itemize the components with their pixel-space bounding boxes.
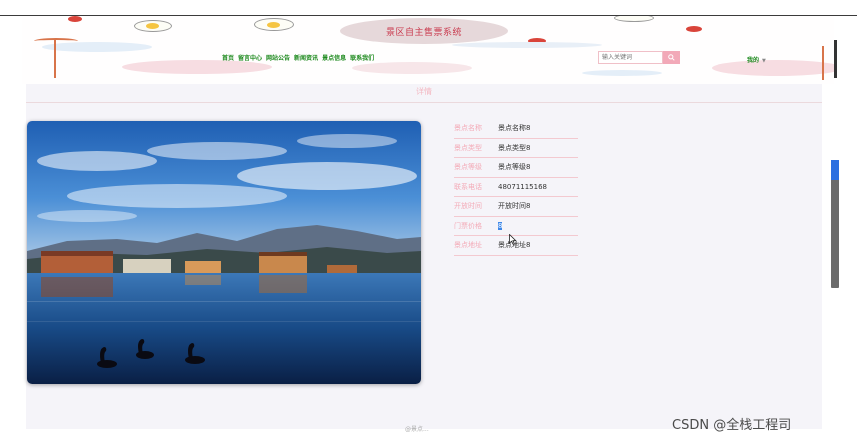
page-title: 详情 (416, 87, 432, 96)
right-edge-bar (834, 40, 837, 78)
nav-announcements[interactable]: 网站公告 (266, 53, 290, 62)
detail-label: 景点地址 (454, 241, 482, 250)
detail-value: 48071115168 (498, 182, 547, 191)
detail-row-name: 景点名称 景点名称8 (454, 119, 578, 139)
decor-fruit-1 (68, 16, 82, 22)
decor-pink-band-2 (352, 62, 472, 74)
footer-text: @景点... (405, 426, 429, 433)
detail-value: 开放时间8 (498, 202, 531, 211)
nav-messages[interactable]: 留言中心 (238, 53, 262, 62)
detail-value-selected: 8 (498, 221, 503, 230)
decor-blue-band-2 (452, 42, 602, 48)
user-menu-label: 我的 (747, 57, 760, 64)
detail-label: 门票价格 (454, 221, 482, 230)
detail-row-type: 景点类型 景点类型8 (454, 139, 578, 158)
top-frame (0, 0, 857, 16)
detail-label: 景点名称 (454, 124, 482, 133)
search-button[interactable] (663, 51, 680, 64)
user-menu[interactable]: 我的 ▼ (747, 55, 766, 64)
detail-value: 景点类型8 (498, 143, 531, 152)
site-title: 景区自主售票系统 (385, 27, 462, 38)
search-input[interactable] (598, 51, 663, 64)
detail-label: 景点类型 (454, 143, 482, 152)
detail-label: 开放时间 (454, 202, 482, 211)
decor-blue-band-3 (582, 70, 662, 76)
search-icon (668, 54, 675, 61)
page: 景区自主售票系统 首页 留言中心 网站公告 新闻资讯 景点信息 联系我们 我的▼… (0, 0, 857, 442)
side-toolbar-tab[interactable] (831, 160, 839, 180)
detail-label: 联系电话 (454, 182, 482, 191)
decor-egg-yolk-1 (146, 23, 159, 29)
detail-row-phone: 联系电话 48071115168 (454, 178, 578, 197)
main-content: 详情 景点名称 景点名称8 景点类型 景点类型8 景点等级 景点等级8 联系电话… (26, 84, 822, 429)
watermark: CSDN @全栈工程司 (672, 418, 792, 433)
decor-egg-yolk-2 (267, 22, 280, 28)
detail-value: 景点等级8 (498, 163, 531, 172)
detail-label: 景点等级 (454, 163, 482, 172)
details-panel: 景点名称 景点名称8 景点类型 景点类型8 景点等级 景点等级8 联系电话 48… (454, 119, 654, 256)
nav-home[interactable]: 首页 (222, 53, 234, 62)
decor-fruit-3 (686, 26, 702, 32)
mouse-cursor-icon (509, 234, 517, 245)
chevron-down-icon: ▼ (762, 58, 766, 64)
decor-umbrella-pole-left (54, 40, 56, 78)
attraction-photo (27, 121, 421, 384)
lake-landscape-image (27, 121, 421, 384)
decor-umbrella-pole-right (822, 46, 824, 80)
nav-contact[interactable]: 联系我们 (350, 53, 374, 62)
decor-pink-band-3 (712, 60, 834, 76)
decor-pink-band-1 (122, 60, 272, 74)
detail-value: 景点名称8 (498, 124, 531, 133)
detail-row-hours: 开放时间 开放时间8 (454, 197, 578, 217)
site-title-banner: 景区自主售票系统 (340, 18, 508, 44)
detail-row-level: 景点等级 景点等级8 (454, 158, 578, 178)
decor-umbrella-top-left (34, 38, 78, 44)
nav-news[interactable]: 新闻资讯 (294, 53, 318, 62)
nav-attractions[interactable]: 景点信息 (322, 53, 346, 62)
site-header: 景区自主售票系统 首页 留言中心 网站公告 新闻资讯 景点信息 联系我们 我的▼ (22, 16, 834, 84)
title-divider (26, 102, 822, 103)
decor-egg-3 (614, 16, 654, 22)
main-nav: 首页 留言中心 网站公告 新闻资讯 景点信息 联系我们 (222, 53, 374, 62)
